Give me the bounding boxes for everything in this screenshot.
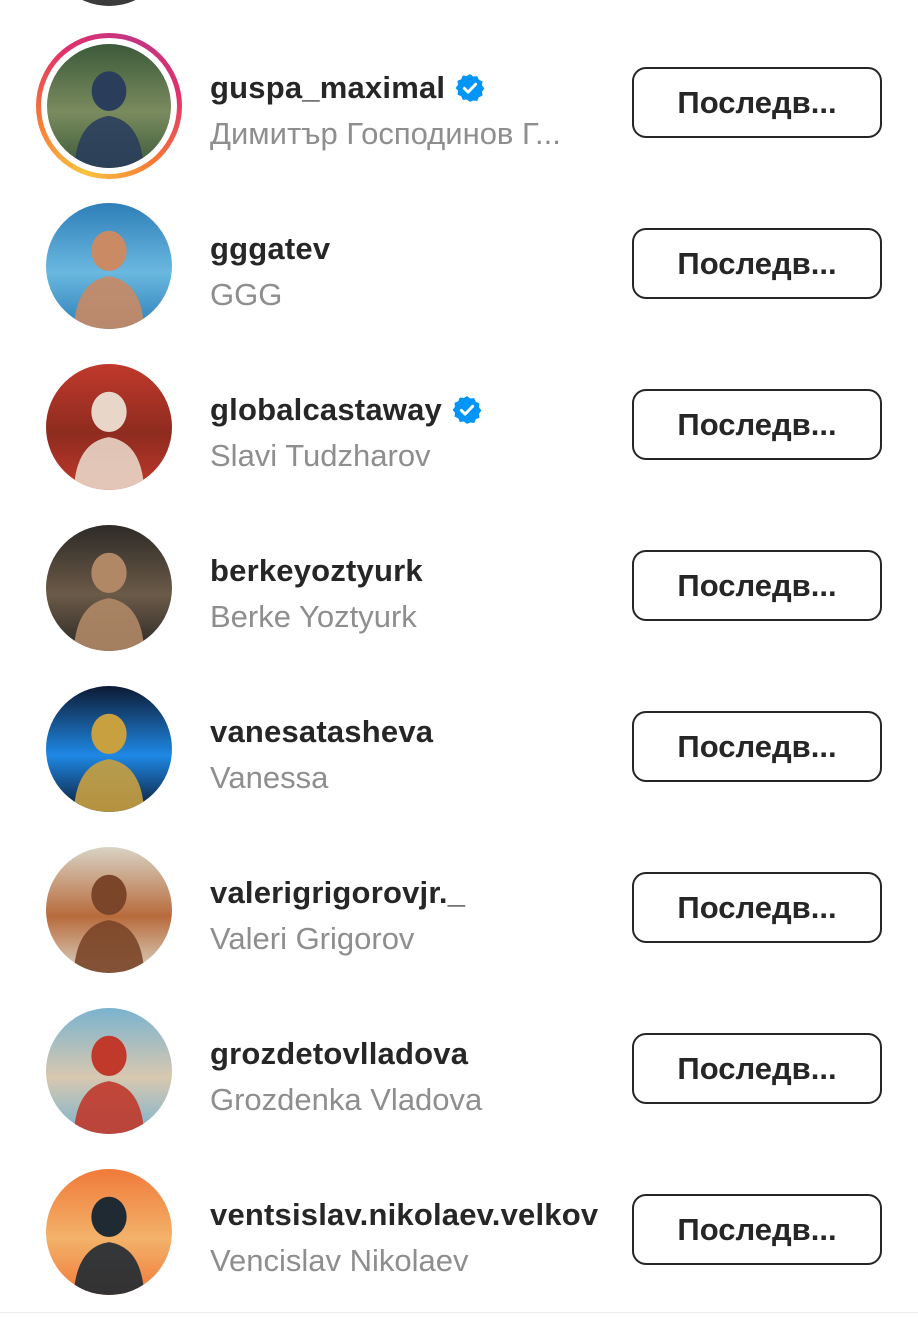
avatar[interactable] <box>46 1169 172 1295</box>
full-name: GGG <box>210 277 283 312</box>
user-row[interactable]: ventsislav.nikolaev.velkov Vencislav Niko… <box>0 1149 918 1310</box>
avatar[interactable] <box>46 364 172 490</box>
user-row[interactable]: vanesatasheva Vanessa Последв... <box>0 666 918 827</box>
username[interactable]: berkeyoztyurk <box>210 553 423 589</box>
avatar-container[interactable] <box>46 686 172 812</box>
username[interactable]: globalcastaway <box>210 392 442 428</box>
username[interactable]: vanesatasheva <box>210 714 433 750</box>
full-name: Димитър Господинов Г... <box>210 116 561 151</box>
following-button[interactable]: Последв... <box>632 1194 882 1265</box>
username[interactable]: valerigrigorovjr._ <box>210 875 465 911</box>
username-line: valerigrigorovjr._ <box>210 873 465 913</box>
following-button[interactable]: Последв... <box>632 711 882 782</box>
avatar[interactable] <box>46 847 172 973</box>
following-button[interactable]: Последв... <box>632 872 882 943</box>
verified-badge-icon <box>455 73 485 103</box>
avatar-container[interactable] <box>46 1169 172 1295</box>
avatar[interactable] <box>46 525 172 651</box>
avatar-image <box>47 44 171 168</box>
avatar[interactable] <box>46 1008 172 1134</box>
user-row[interactable]: grozdetovlladova Grozdenka Vladova Последв… <box>0 988 918 1149</box>
user-row[interactable]: valerigrigorovjr._ Valeri Grigorov Последв… <box>0 827 918 988</box>
user-row[interactable]: gggatev GGG Последв... <box>0 183 918 344</box>
following-button[interactable]: Последв... <box>632 550 882 621</box>
user-row[interactable]: berkeyoztyurk Berke Yoztyurk Последв... <box>0 505 918 666</box>
username[interactable]: grozdetovlladova <box>210 1036 468 1072</box>
avatar[interactable] <box>47 44 171 168</box>
username[interactable]: gggatev <box>210 231 330 267</box>
avatar-container[interactable] <box>46 1008 172 1134</box>
avatar-story-ring[interactable] <box>36 33 182 179</box>
avatar-image <box>46 203 172 329</box>
username-line: globalcastaway <box>210 390 482 430</box>
username-line: berkeyoztyurk <box>210 551 423 591</box>
verified-badge-icon <box>452 395 482 425</box>
avatar-container[interactable] <box>46 847 172 973</box>
username-line: vanesatasheva <box>210 712 433 752</box>
following-button[interactable]: Последв... <box>632 1033 882 1104</box>
user-row[interactable]: globalcastaway Slavi Tudzharov Последв... <box>0 344 918 505</box>
following-button[interactable]: Последв... <box>632 228 882 299</box>
user-row[interactable]: guspa_maximal Димитър Господинов Г... Посл… <box>0 22 918 183</box>
avatar[interactable] <box>46 203 172 329</box>
previous-user-avatar[interactable] <box>47 0 171 6</box>
avatar-image <box>46 686 172 812</box>
full-name: Grozdenka Vladova <box>210 1082 483 1117</box>
username-line: grozdetovlladova <box>210 1034 468 1074</box>
avatar-container[interactable] <box>46 203 172 329</box>
bottom-divider <box>0 1312 918 1313</box>
following-button[interactable]: Последв... <box>632 389 882 460</box>
full-name: Valeri Grigorov <box>210 921 415 956</box>
username-line: ventsislav.nikolaev.velkov <box>210 1195 598 1235</box>
full-name: Vencislav Nikolaev <box>210 1243 469 1278</box>
username-line: gggatev <box>210 229 330 269</box>
avatar-image <box>46 847 172 973</box>
avatar-image <box>46 364 172 490</box>
avatar-container[interactable] <box>46 525 172 651</box>
avatar-image <box>46 1008 172 1134</box>
full-name: Vanessa <box>210 760 329 795</box>
username[interactable]: ventsislav.nikolaev.velkov <box>210 1197 598 1233</box>
full-name: Slavi Tudzharov <box>210 438 431 473</box>
avatar-image <box>46 525 172 651</box>
avatar-image <box>46 1169 172 1295</box>
full-name: Berke Yoztyurk <box>210 599 417 634</box>
username-line: guspa_maximal <box>210 68 485 108</box>
avatar[interactable] <box>46 686 172 812</box>
username[interactable]: guspa_maximal <box>210 70 445 106</box>
avatar-container[interactable] <box>46 364 172 490</box>
following-button[interactable]: Последв... <box>632 67 882 138</box>
